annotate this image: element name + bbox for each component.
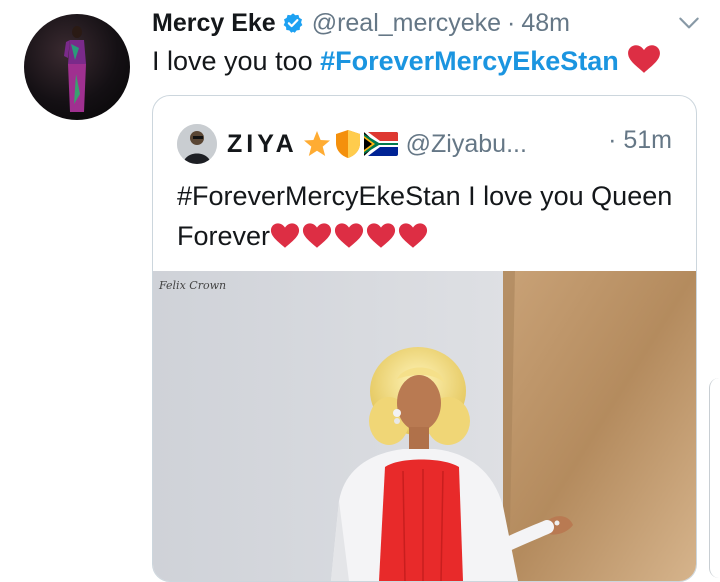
quoted-name-emojis — [302, 129, 398, 159]
chevron-down-icon[interactable] — [676, 10, 702, 36]
quoted-tweet-card[interactable]: ZIYA @Ziyabu... · 51m #ForeverMercyEkeSt… — [152, 95, 697, 582]
quoted-author-avatar[interactable] — [177, 124, 217, 164]
quoted-avatar-figure — [177, 124, 217, 164]
photo-signature: Felix Crown — [159, 279, 227, 292]
quoted-tweet-time-wrap: · 51m — [608, 126, 672, 155]
photo-artwork — [153, 271, 696, 581]
scroll-edge-handle[interactable] — [709, 378, 720, 578]
verified-badge-icon — [283, 13, 303, 33]
author-avatar[interactable] — [24, 14, 130, 120]
heart-row — [270, 222, 428, 249]
heart-icon — [334, 223, 364, 248]
author-handle[interactable]: @real_mercyeke — [312, 9, 501, 38]
quoted-author-handle[interactable]: @Ziyabu... — [406, 130, 527, 159]
heart-icon — [366, 223, 396, 248]
quoted-author-name[interactable]: ZIYA — [227, 130, 298, 159]
time-separator: · — [507, 8, 516, 37]
heart-icon — [302, 223, 332, 248]
heart-icon — [398, 223, 428, 248]
hashtag-link[interactable]: #ForeverMercyEkeStan — [320, 46, 619, 76]
tweet-time[interactable]: 48m — [521, 9, 570, 38]
quoted-tweet-header: ZIYA @Ziyabu... — [177, 124, 527, 164]
author-name[interactable]: Mercy Eke — [152, 9, 276, 38]
tweet-text-prefix: I love you too — [152, 46, 321, 76]
quoted-tweet-time[interactable]: 51m — [623, 126, 672, 154]
heart-icon — [270, 223, 300, 248]
shield-icon — [335, 130, 360, 158]
quoted-time-separator: · — [608, 126, 617, 154]
quoted-tweet-photo[interactable]: Felix Crown — [153, 271, 696, 581]
tweet-header: Mercy Eke @real_mercyeke · 48m — [152, 6, 702, 40]
quoted-tweet-text: #ForeverMercyEkeStan I love you Queen Fo… — [177, 176, 677, 256]
avatar-figure — [64, 26, 86, 112]
south-africa-flag-icon — [363, 132, 398, 156]
star-icon — [303, 131, 330, 156]
tweet-text: I love you too #ForeverMercyEkeStan — [152, 44, 661, 77]
heart-icon — [627, 45, 660, 73]
